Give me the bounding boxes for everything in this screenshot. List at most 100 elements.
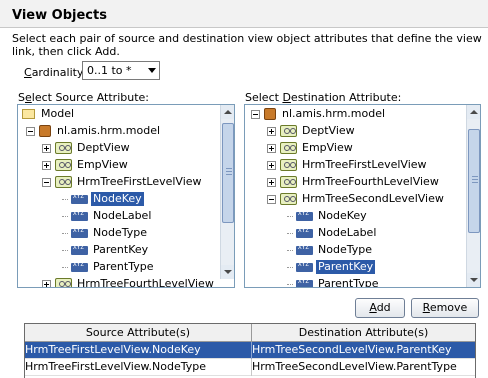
tree-node[interactable]: nl.amis.hrm.model xyxy=(18,123,234,139)
attribute-icon xyxy=(296,261,313,272)
tree-node[interactable]: ParentType xyxy=(245,276,475,288)
tree-node-label: NodeType xyxy=(93,226,147,239)
remove-button[interactable]: Remove xyxy=(411,298,479,318)
tree-node[interactable]: NodeKey xyxy=(245,208,475,224)
tree-node[interactable]: EmpView xyxy=(18,157,234,173)
tree-node-label: ParentKey xyxy=(93,243,149,256)
tree-node[interactable]: HrmTreeSecondLevelView xyxy=(245,191,475,207)
tree-node-label: NodeKey xyxy=(90,191,145,207)
table-cell-destination: HrmTreeSecondLevelView.ParentKey xyxy=(251,342,475,359)
scroll-up-icon[interactable] xyxy=(467,105,480,119)
tree-node-label: ParentType xyxy=(318,277,379,288)
tree-connector xyxy=(62,199,68,200)
tree-node[interactable]: EmpView xyxy=(245,140,475,156)
package-icon xyxy=(39,125,51,137)
cardinality-label: Cardinality: xyxy=(24,66,87,79)
tree-node[interactable]: nl.amis.hrm.model xyxy=(245,106,475,122)
title-divider xyxy=(0,27,488,28)
dialog-title: View Objects xyxy=(12,8,107,23)
view-object-icon xyxy=(280,125,297,137)
attribute-icon xyxy=(71,244,88,255)
scroll-down-icon[interactable] xyxy=(467,273,480,287)
view-object-icon xyxy=(280,142,297,154)
view-object-icon xyxy=(55,159,72,171)
attribute-icon xyxy=(296,244,313,255)
expand-icon[interactable] xyxy=(267,127,276,136)
destination-scroll-thumb[interactable] xyxy=(468,129,480,233)
tree-node[interactable]: DeptView xyxy=(18,140,234,156)
table-row[interactable]: HrmTreeFirstLevelView.NodeKey HrmTreeSec… xyxy=(25,342,475,359)
scroll-down-icon[interactable] xyxy=(221,265,234,279)
table-cell-source: HrmTreeFirstLevelView.NodeKey xyxy=(25,343,201,356)
tree-node[interactable]: NodeLabel xyxy=(18,208,234,224)
collapse-icon[interactable] xyxy=(251,110,260,119)
attribute-pairs-table[interactable]: Source Attribute(s) Destination Attribut… xyxy=(24,323,476,378)
cardinality-value: 0..1 to * xyxy=(87,64,132,77)
expand-icon[interactable] xyxy=(267,144,276,153)
tree-node-label: DeptView xyxy=(77,141,130,154)
tree-node-label: EmpView xyxy=(77,158,128,171)
tree-node[interactable]: NodeLabel xyxy=(245,225,475,241)
expand-icon[interactable] xyxy=(42,280,51,287)
table-cell-destination: HrmTreeSecondLevelView.ParentType xyxy=(251,359,475,376)
tree-node[interactable]: NodeType xyxy=(18,225,234,241)
column-header-destination[interactable]: Destination Attribute(s) xyxy=(251,324,475,342)
scroll-up-icon[interactable] xyxy=(221,105,234,119)
tree-connector xyxy=(287,216,293,217)
tree-node[interactable]: NodeType xyxy=(245,242,475,258)
tree-node-label: ParentKey xyxy=(314,259,377,275)
tree-node-label: nl.amis.hrm.model xyxy=(282,107,386,120)
tree-node[interactable]: ParentKey xyxy=(18,242,234,258)
tree-node-label: NodeType xyxy=(318,243,372,256)
column-header-source[interactable]: Source Attribute(s) xyxy=(25,324,251,342)
view-object-icon xyxy=(55,278,72,287)
tree-node[interactable]: Model xyxy=(18,106,234,122)
tree-node[interactable]: HrmTreeFourthLevelView xyxy=(245,174,475,190)
tree-node-label: NodeKey xyxy=(318,209,367,222)
attribute-icon xyxy=(296,278,313,287)
tree-node[interactable]: HrmTreeFirstLevelView xyxy=(18,174,234,190)
instructions-text: Select each pair of source and destinati… xyxy=(12,32,482,58)
tree-connector xyxy=(62,216,68,217)
table-row[interactable]: HrmTreeFirstLevelView.NodeType HrmTreeSe… xyxy=(25,359,475,376)
attribute-icon xyxy=(71,227,88,238)
source-scroll-thumb[interactable] xyxy=(222,123,234,223)
attribute-icon xyxy=(71,193,88,204)
expand-icon[interactable] xyxy=(267,161,276,170)
expand-icon[interactable] xyxy=(42,161,51,170)
tree-node[interactable]: DeptView xyxy=(245,123,475,139)
collapse-icon[interactable] xyxy=(267,195,276,204)
tree-connector xyxy=(287,284,293,285)
view-object-icon xyxy=(280,159,297,171)
source-attribute-label: Select Source Attribute: xyxy=(18,91,150,104)
destination-attribute-label: Select Destination Attribute: xyxy=(245,91,402,104)
tree-node-label: DeptView xyxy=(302,124,355,137)
source-vertical-scrollbar[interactable] xyxy=(220,105,234,279)
tree-node-label: NodeLabel xyxy=(318,226,377,239)
tree-node[interactable]: HrmTreeFourthLevelView xyxy=(18,276,234,287)
attribute-icon xyxy=(296,227,313,238)
tree-node[interactable]: NodeKey xyxy=(18,191,234,207)
table-cell-source: HrmTreeFirstLevelView.NodeType xyxy=(25,360,206,373)
tree-connector xyxy=(62,267,68,268)
chevron-down-icon[interactable] xyxy=(148,68,156,73)
destination-attribute-tree[interactable]: nl.amis.hrm.model DeptView EmpView HrmTreeF… xyxy=(244,104,481,288)
tree-node[interactable]: HrmTreeFirstLevelView xyxy=(245,157,475,173)
destination-vertical-scrollbar[interactable] xyxy=(466,105,480,287)
tree-connector xyxy=(62,233,68,234)
view-object-icon xyxy=(280,176,297,188)
source-attribute-tree[interactable]: Model nl.amis.hrm.model DeptView EmpView Hrm… xyxy=(17,104,235,288)
collapse-icon[interactable] xyxy=(26,127,35,136)
tree-node[interactable]: ParentType xyxy=(18,259,234,275)
tree-node[interactable]: ParentKey xyxy=(245,259,475,275)
collapse-icon[interactable] xyxy=(42,178,51,187)
view-object-icon xyxy=(280,193,297,205)
tree-node-label: EmpView xyxy=(302,141,353,154)
expand-icon[interactable] xyxy=(267,178,276,187)
view-object-icon xyxy=(55,176,72,188)
cardinality-dropdown[interactable]: 0..1 to * xyxy=(82,61,160,80)
expand-icon[interactable] xyxy=(42,144,51,153)
view-object-icon xyxy=(55,142,72,154)
add-button[interactable]: Add xyxy=(355,298,405,318)
tree-node-label: HrmTreeFourthLevelView xyxy=(302,175,439,188)
